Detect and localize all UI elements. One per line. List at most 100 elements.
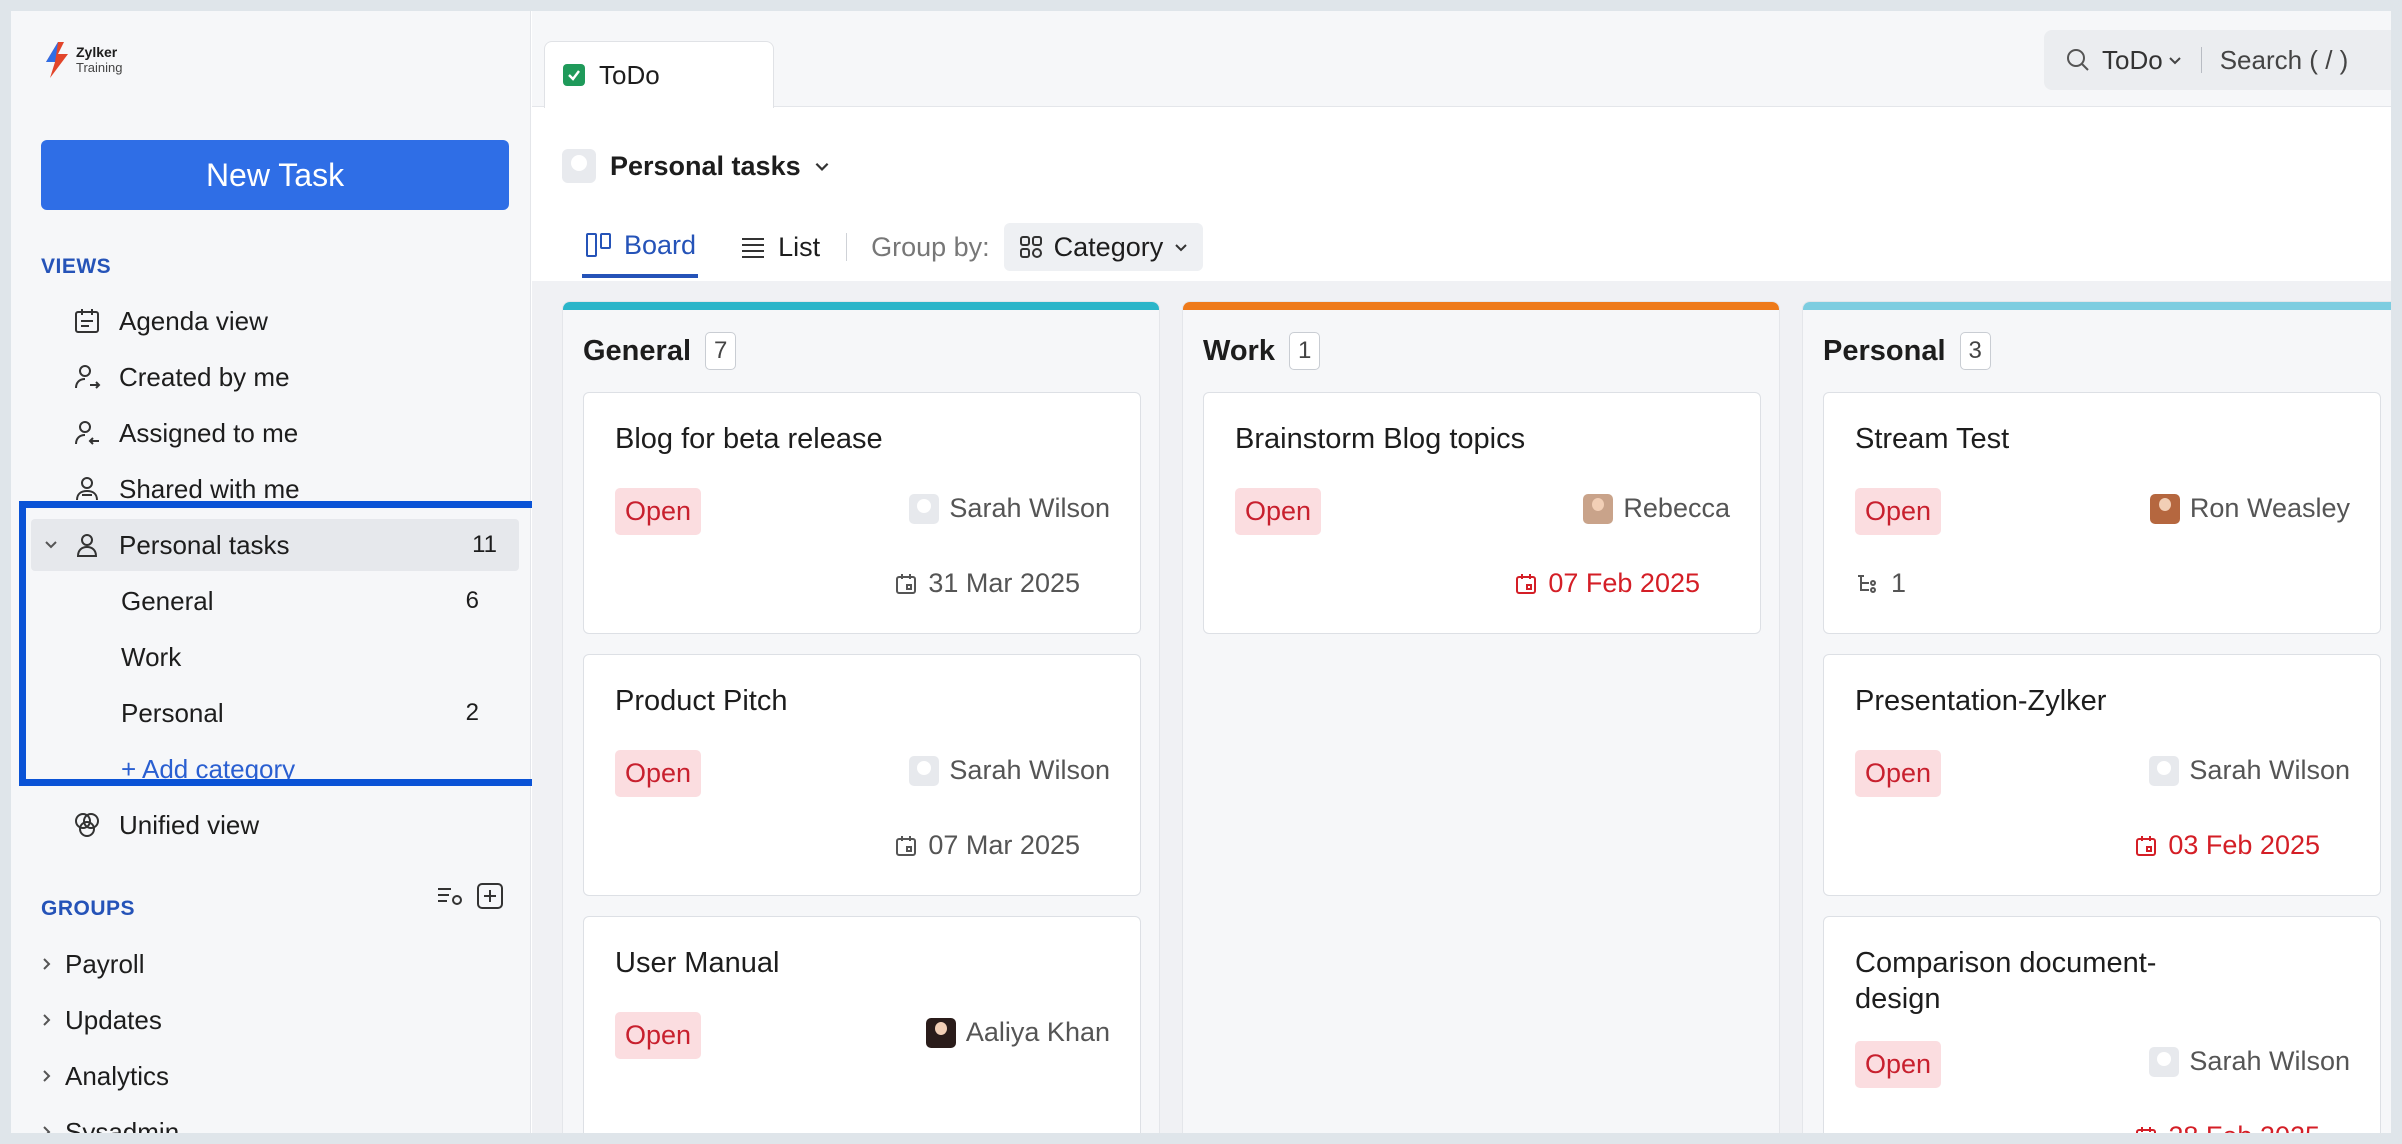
chevron-down-icon [1175,244,1187,252]
status-badge[interactable]: Open [1855,488,1942,535]
task-due-date[interactable]: 31 Mar 2025 [894,568,1080,599]
new-task-button[interactable]: New Task [41,140,509,210]
task-title: Product Pitch [615,685,788,717]
board-column-work: Work 1 Brainstorm Blog topics Open Rebec… [1182,301,1780,1133]
nav-agenda-view[interactable]: Agenda view [31,295,519,347]
view-switcher: Board List Group by: Category [582,216,1204,278]
column-count: 3 [1959,332,1991,370]
nav-label: Created by me [119,361,290,392]
nav-created-by-me[interactable]: Created by me [31,351,519,403]
views-section-title: VIEWS [41,255,112,278]
brand-logo[interactable]: Zylker Training [44,42,122,78]
task-assignee[interactable]: Sarah Wilson [2149,1046,2350,1077]
chevron-down-icon [2168,57,2181,65]
user-shared-icon [69,471,105,507]
task-title: Brainstorm Blog topics [1235,423,1526,455]
task-assignee[interactable]: Sarah Wilson [909,493,1110,524]
task-card[interactable]: Blog for beta release Open Sarah Wilson … [583,392,1141,634]
tab-todo[interactable]: ToDo [544,41,774,108]
main-content: ToDo ToDo Search ( / ) Personal tasks Bo… [532,11,2391,1133]
category-personal[interactable]: Personal 2 [31,687,519,739]
category-label: Personal [121,697,224,728]
category-count: 2 [465,699,479,726]
task-title: Comparison document-design [1855,947,2157,1015]
column-count: 7 [705,332,737,370]
tab-board[interactable]: Board [582,216,699,278]
column-title: General [583,334,691,367]
task-card[interactable]: Product Pitch Open Sarah Wilson 07 Mar 2… [583,654,1141,896]
groups-section-title: GROUPS [41,897,136,920]
unified-view-icon [69,807,105,843]
tab-label: ToDo [599,59,660,90]
assignee-name: Sarah Wilson [949,493,1110,523]
status-badge[interactable]: Open [1235,488,1322,535]
calendar-icon [1516,573,1537,594]
subtask-count[interactable]: 1 [1855,568,1906,599]
nav-label: Personal tasks [119,529,290,560]
status-badge[interactable]: Open [615,488,702,535]
nav-shared-with-me[interactable]: Shared with me [31,463,519,515]
chevron-down-icon[interactable] [813,157,831,175]
task-title: Stream Test [1855,423,2010,455]
user-assigned-icon [69,415,105,451]
search-scope-label: ToDo [2102,44,2163,75]
nav-unified-view[interactable]: Unified view [31,799,519,851]
task-due-date[interactable]: 07 Mar 2025 [894,830,1080,861]
task-card[interactable]: Brainstorm Blog topics Open Rebecca 07 F… [1203,392,1761,634]
task-assignee[interactable]: Aaliya Khan [925,1017,1110,1048]
chevron-right-icon [43,1126,51,1133]
task-assignee[interactable]: Sarah Wilson [2149,755,2350,786]
nav-personal-tasks[interactable]: Personal tasks 11 [31,519,519,571]
task-card[interactable]: Presentation-Zylker Open Sarah Wilson 03… [1823,654,2381,896]
task-due-date[interactable]: 28 Feb 2025 [2134,1121,2320,1133]
status-badge[interactable]: Open [1855,1041,1942,1088]
group-sysadmin[interactable]: Sysadmin [39,1109,179,1133]
group-label: Analytics [65,1060,170,1091]
status-badge[interactable]: Open [615,750,702,797]
assignee-name: Rebecca [1623,493,1730,523]
avatar [909,493,940,524]
add-group-icon[interactable] [475,881,505,911]
chevron-down-icon[interactable] [41,535,61,555]
search-scope-dropdown[interactable]: ToDo [2102,45,2183,76]
avatar [2149,1046,2180,1077]
search-input[interactable]: Search ( / ) [2220,45,2349,76]
group-analytics[interactable]: Analytics [39,1053,169,1099]
task-assignee[interactable]: Sarah Wilson [909,755,1110,786]
search-divider [2200,47,2202,73]
assignee-name: Sarah Wilson [2189,755,2350,785]
task-due-date[interactable]: 07 Feb 2025 [1514,568,1700,599]
group-label: Payroll [65,948,145,979]
add-category-link[interactable]: + Add category [31,743,519,795]
task-card[interactable]: Stream Test Open Ron Weasley 1 [1823,392,2381,634]
search-bar[interactable]: ToDo Search ( / ) [2044,30,2391,90]
calendar-icon [2136,835,2157,856]
avatar [2149,755,2180,786]
group-updates[interactable]: Updates [39,997,162,1043]
category-label: General [121,585,214,616]
group-label: Updates [65,1004,162,1035]
task-due-date[interactable]: 03 Feb 2025 [2134,830,2320,861]
group-payroll[interactable]: Payroll [39,941,144,987]
kanban-board: General 7 Blog for beta release Open Sar… [532,281,2391,1133]
task-card[interactable]: User Manual Open Aaliya Khan [583,916,1141,1133]
category-label: Work [121,641,182,672]
nav-assigned-to-me[interactable]: Assigned to me [31,407,519,459]
due-date-text: 28 Feb 2025 [2168,1121,2320,1133]
tab-list[interactable]: List [736,216,822,278]
group-by-dropdown[interactable]: Category [1003,223,1204,271]
group-label: Sysadmin [65,1116,180,1134]
category-general[interactable]: General 6 [31,575,519,627]
status-badge[interactable]: Open [615,1012,702,1059]
task-assignee[interactable]: Ron Weasley [2149,493,2350,524]
assignee-name: Ron Weasley [2189,493,2350,523]
group-settings-icon[interactable] [435,881,465,911]
status-badge[interactable]: Open [1855,750,1942,797]
page-header[interactable]: Personal tasks [562,149,831,183]
category-work[interactable]: Work [31,631,519,683]
task-title: Presentation-Zylker [1855,685,2107,717]
task-card[interactable]: Comparison document-design Open Sarah Wi… [1823,916,2381,1133]
task-assignee[interactable]: Rebecca [1583,493,1730,524]
avatar [2149,493,2180,524]
chevron-right-icon [43,958,51,970]
